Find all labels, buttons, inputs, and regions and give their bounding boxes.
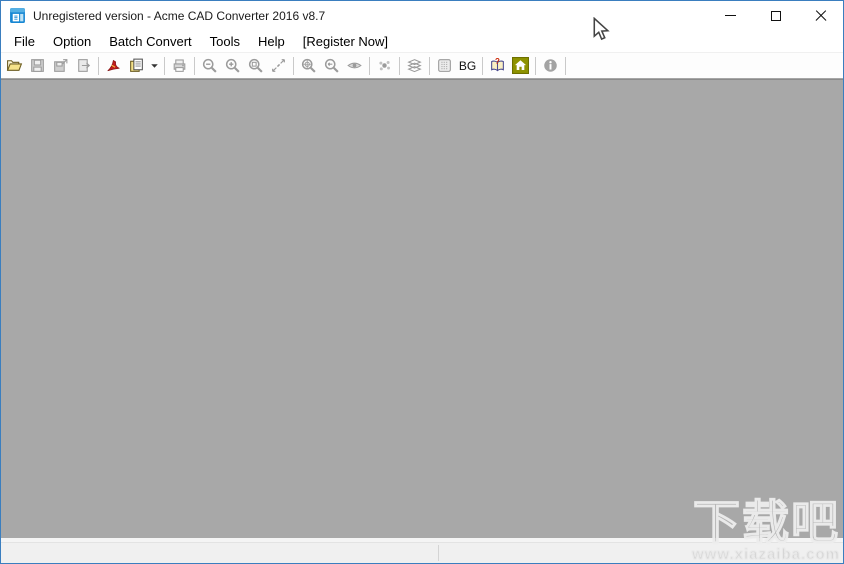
export-icon <box>78 59 91 72</box>
bg-icon: BG <box>458 58 477 73</box>
bg-button[interactable]: BG <box>456 55 479 77</box>
layers-icon <box>407 59 422 73</box>
export-button <box>72 55 95 77</box>
toolbar-separator <box>369 56 370 75</box>
save-button <box>26 55 49 77</box>
dropdown-arrow-button[interactable] <box>148 55 161 77</box>
toolbar-separator <box>482 56 483 75</box>
layers-button <box>403 55 426 77</box>
toolbar-separator <box>293 56 294 75</box>
app-window: Unregistered version - Acme CAD Converte… <box>0 0 844 564</box>
plot-button <box>373 55 396 77</box>
toolbar-separator <box>429 56 430 75</box>
maximize-button[interactable] <box>753 1 798 30</box>
raster-icon <box>438 59 451 72</box>
menu-item-tools[interactable]: Tools <box>201 32 249 51</box>
menu-item-help[interactable]: Help <box>249 32 294 51</box>
menu-item-option[interactable]: Option <box>44 32 100 51</box>
minimize-button[interactable] <box>708 1 753 30</box>
toolbar-separator <box>98 56 99 75</box>
batch-convert-button[interactable] <box>125 55 148 77</box>
svg-text:?: ? <box>495 57 500 66</box>
menu-bar: File Option Batch Convert Tools Help [Registe… <box>1 30 843 53</box>
minimize-icon <box>725 15 736 16</box>
open-file-icon <box>6 60 23 71</box>
toolbar-separator <box>399 56 400 75</box>
status-bar <box>1 542 843 563</box>
home-button[interactable] <box>509 55 532 77</box>
pdf-convert-icon <box>107 59 120 72</box>
title-bar: Unregistered version - Acme CAD Converte… <box>1 1 843 30</box>
zoom-extents-icon <box>272 59 285 72</box>
menu-item-register-now[interactable]: [Register Now] <box>294 32 397 51</box>
save-icon <box>31 59 44 72</box>
zoom-all-button <box>297 55 320 77</box>
save-as-icon <box>54 59 68 72</box>
zoom-window-button <box>244 55 267 77</box>
zoom-all-icon <box>301 58 316 73</box>
zoom-out-icon <box>202 58 217 73</box>
zoom-previous-button <box>320 55 343 77</box>
home-icon <box>512 57 529 74</box>
info-icon <box>544 59 557 72</box>
pdf-convert-button[interactable] <box>102 55 125 77</box>
toolbar-separator <box>164 56 165 75</box>
window-controls <box>708 1 843 30</box>
help-book-icon: ? <box>491 57 504 72</box>
menu-item-batch-convert[interactable]: Batch Convert <box>100 32 200 51</box>
info-button[interactable] <box>539 55 562 77</box>
drawing-canvas[interactable] <box>1 79 843 538</box>
plot-icon <box>379 61 391 71</box>
zoom-in-button <box>221 55 244 77</box>
menu-item-file[interactable]: File <box>5 32 44 51</box>
eye-icon <box>347 62 362 69</box>
zoom-window-icon <box>248 58 263 73</box>
raster-button <box>433 55 456 77</box>
zoom-extents-button <box>267 55 290 77</box>
open-file-button[interactable] <box>3 55 26 77</box>
maximize-icon <box>770 10 781 21</box>
dropdown-arrow-icon <box>151 64 158 68</box>
toolbar-separator <box>194 56 195 75</box>
zoom-out-button <box>198 55 221 77</box>
save-as-button <box>49 55 72 77</box>
close-icon <box>815 10 827 22</box>
eye-button <box>343 55 366 77</box>
toolbar-separator <box>565 56 566 75</box>
batch-convert-icon <box>130 58 143 72</box>
zoom-previous-icon <box>324 58 339 73</box>
window-title: Unregistered version - Acme CAD Converte… <box>33 8 326 23</box>
statusbar-divider <box>438 545 439 561</box>
zoom-in-icon <box>225 58 240 73</box>
toolbar-separator <box>535 56 536 75</box>
app-icon <box>9 7 26 24</box>
close-button[interactable] <box>798 1 843 30</box>
toolbar: BG? <box>1 53 843 79</box>
print-button <box>168 55 191 77</box>
help-book-button[interactable]: ? <box>486 55 509 77</box>
print-icon <box>173 59 186 72</box>
